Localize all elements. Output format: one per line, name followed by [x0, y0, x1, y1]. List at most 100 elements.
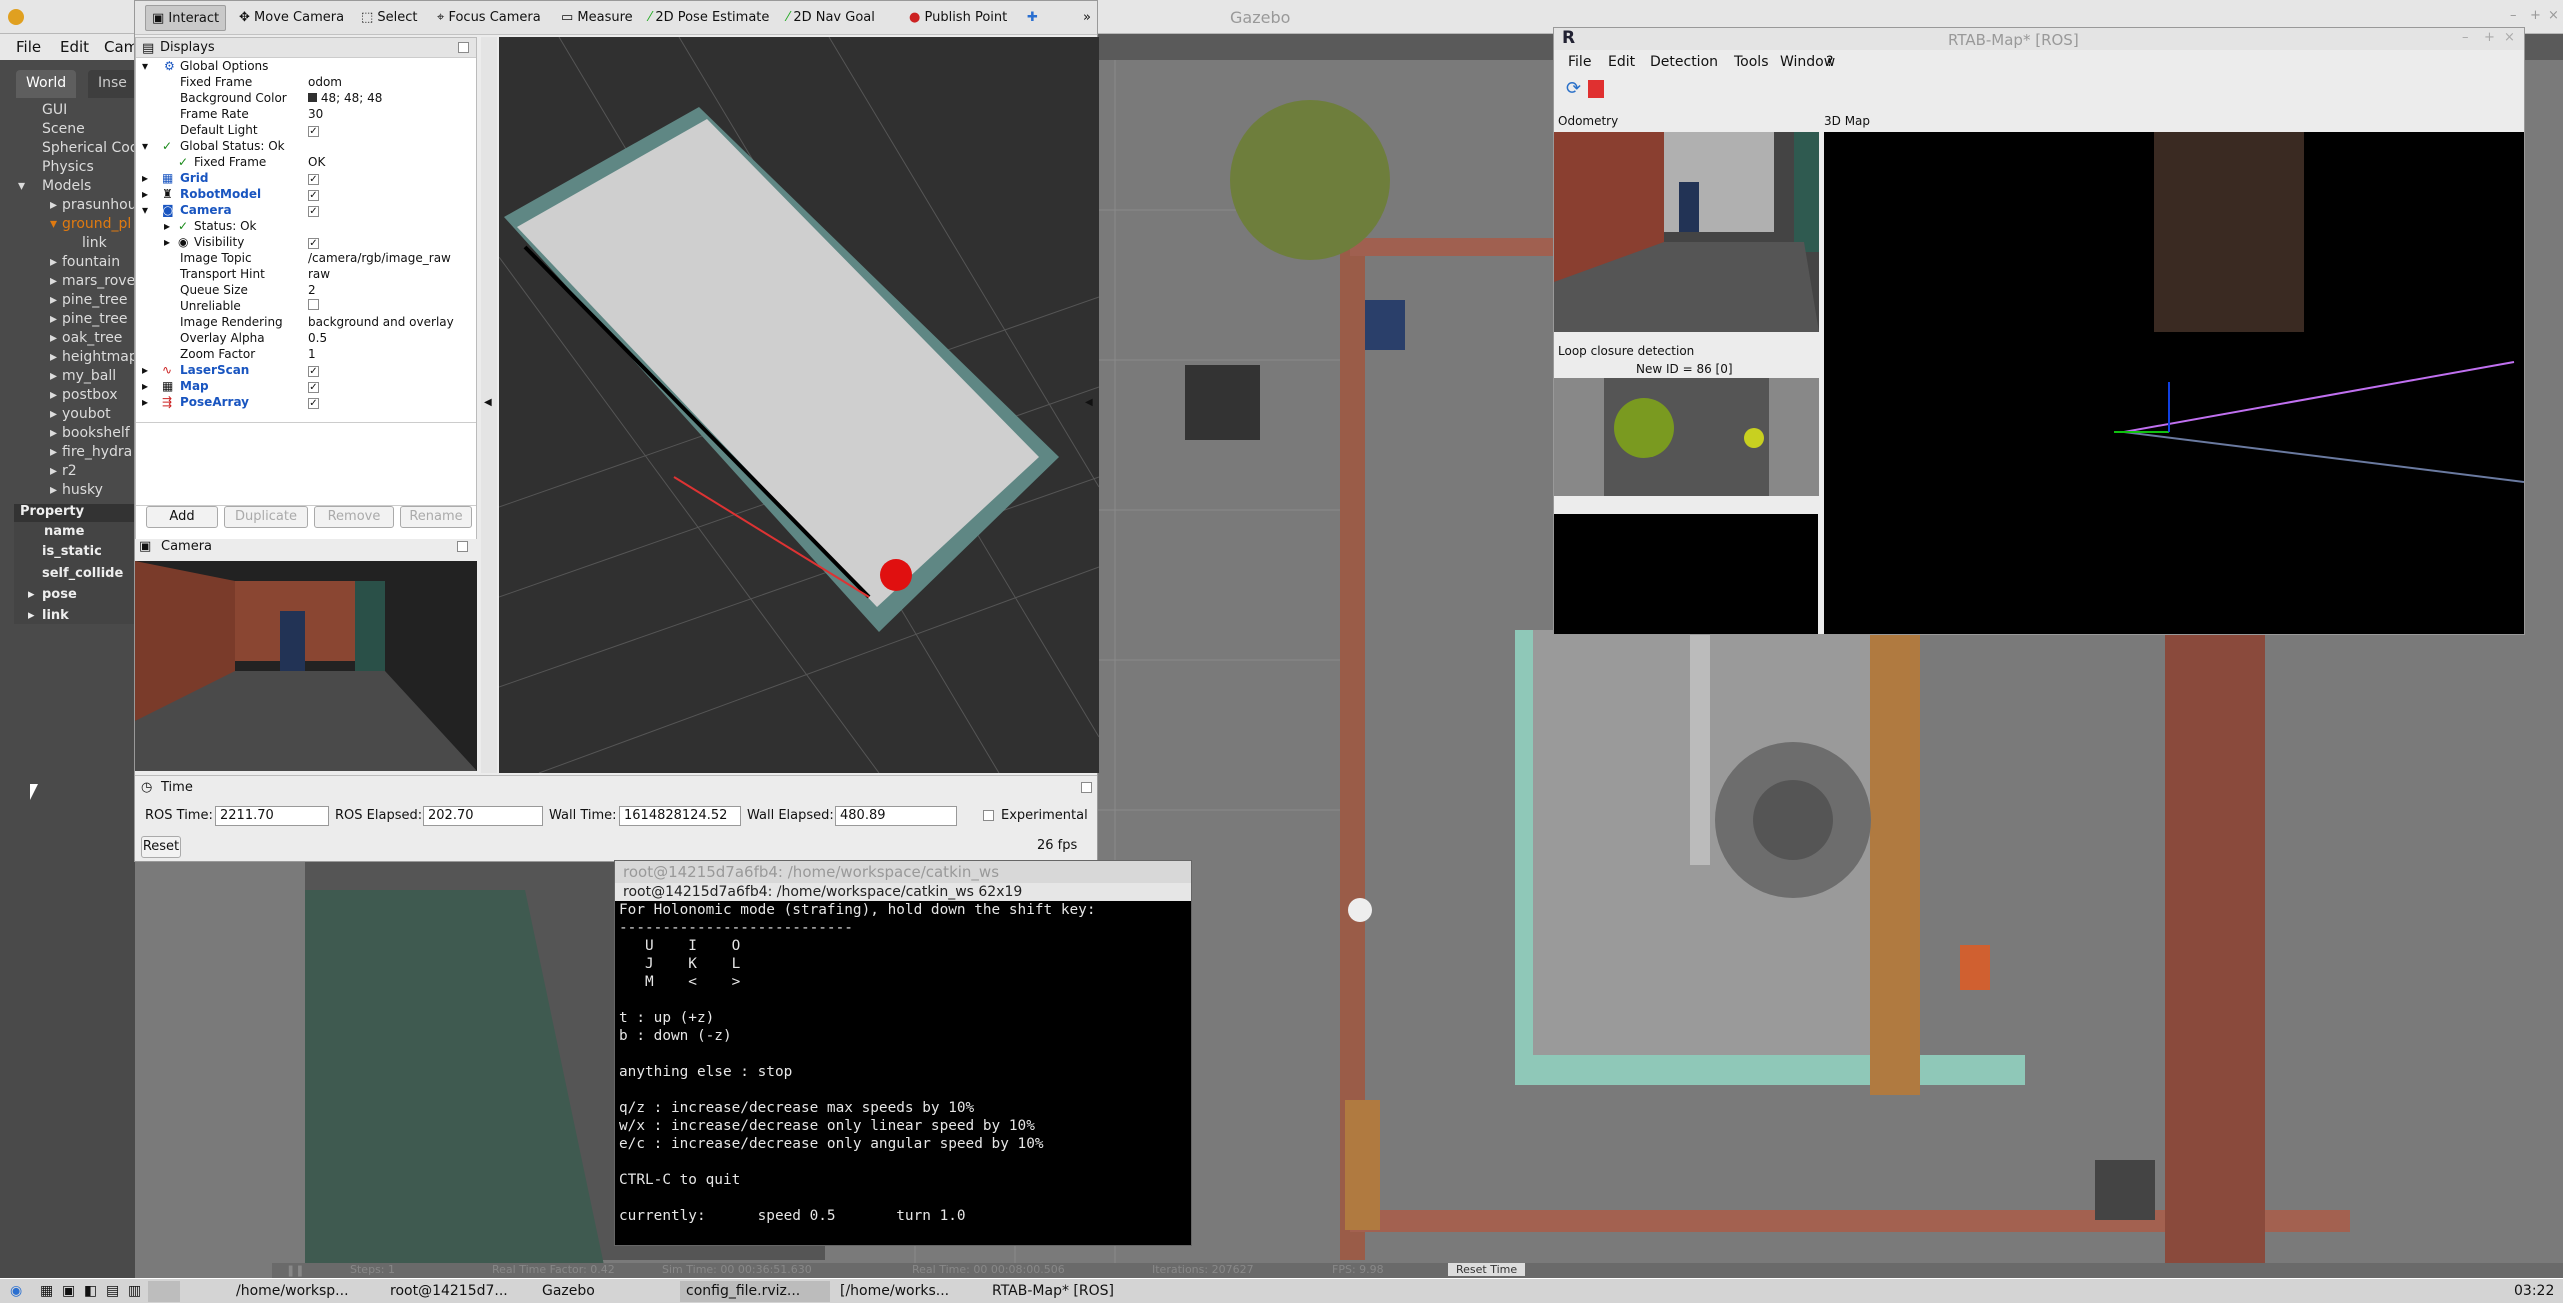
taskbar-item[interactable]: [/home/works... — [834, 1281, 984, 1302]
tree-expander-icon[interactable]: ▸ — [50, 330, 57, 346]
tree-expander-icon[interactable]: ▸ — [50, 254, 57, 270]
tool-measure[interactable]: ▭ Measure — [555, 5, 639, 31]
displays-tree[interactable]: ▾ ⚙ Global Options Fixed Frame odom Backgro… — [136, 58, 476, 448]
tool-move-camera[interactable]: ✥ Move Camera — [233, 5, 350, 31]
taskbar-item-active[interactable]: config_file.rviz... — [680, 1281, 830, 1302]
tree-expander-icon[interactable]: ▸ — [50, 292, 57, 308]
display-row[interactable]: ▸ ✓ Status: Ok — [136, 219, 476, 235]
tree-item[interactable]: fountain — [62, 254, 120, 270]
tree-expander-icon[interactable]: ▸ — [50, 406, 57, 422]
pause-icon[interactable]: ❚❚ — [286, 1264, 304, 1277]
duplicate-button[interactable]: Duplicate — [224, 506, 308, 528]
displays-close-icon[interactable] — [458, 42, 469, 53]
camera-panel-close-icon[interactable] — [457, 541, 468, 552]
taskbar-item[interactable]: Gazebo — [536, 1281, 676, 1302]
rename-button[interactable]: Rename — [400, 506, 472, 528]
wall-elapsed-field[interactable]: 480.89 — [835, 806, 957, 826]
tree-item[interactable]: r2 — [62, 463, 77, 479]
tree-item[interactable]: mars_rove — [62, 273, 135, 289]
tree-item[interactable]: oak_tree — [62, 330, 122, 346]
tree-item[interactable]: Models — [42, 178, 91, 194]
ros-time-field[interactable]: 2211.70 — [215, 806, 329, 826]
pose-expander-icon[interactable]: ▸ — [28, 587, 35, 602]
display-row[interactable]: ▸ ◉ Visibility ✓ — [136, 235, 476, 251]
display-row[interactable]: Unreliable — [136, 299, 476, 315]
tree-item[interactable]: bookshelf — [62, 425, 130, 441]
display-row[interactable]: Overlay Alpha 0.5 — [136, 331, 476, 347]
property-link[interactable]: link — [42, 608, 69, 623]
tree-item[interactable]: GUI — [42, 102, 67, 118]
display-row[interactable]: ▾ ⚙ Global Options — [136, 59, 476, 75]
close-icon[interactable]: × — [2548, 8, 2559, 23]
tool-publish-point[interactable]: ● Publish Point — [903, 5, 1013, 31]
start-menu-icon[interactable]: ◉ — [4, 1281, 28, 1302]
launcher-icon[interactable]: ▥ — [122, 1281, 147, 1302]
wall-time-field[interactable]: 1614828124.52 — [619, 806, 741, 826]
display-row[interactable]: ✓ Fixed Frame OK — [136, 155, 476, 171]
left-splitter[interactable]: ◀ — [481, 37, 497, 773]
menu-help[interactable]: ? — [1826, 54, 1833, 70]
tool-interact[interactable]: ▣ Interact — [145, 5, 227, 31]
desktop-button[interactable] — [148, 1281, 180, 1302]
tool-2d-nav-goal[interactable]: ⁄ 2D Nav Goal — [781, 5, 881, 31]
menu-file[interactable]: File — [16, 38, 41, 56]
display-row[interactable]: ▾ ✓ Global Status: Ok — [136, 139, 476, 155]
display-row[interactable]: ▸ ∿ LaserScan ✓ — [136, 363, 476, 379]
menu-detection[interactable]: Detection — [1650, 54, 1718, 70]
remove-button[interactable]: Remove — [314, 506, 394, 528]
display-row[interactable]: Queue Size 2 — [136, 283, 476, 299]
toolbar-overflow-icon[interactable]: » — [1077, 5, 1097, 31]
tree-item[interactable]: Scene — [42, 121, 85, 137]
menu-edit[interactable]: Edit — [1608, 54, 1635, 70]
tab-insert[interactable]: Inse — [88, 70, 137, 98]
reset-button[interactable]: Reset — [141, 836, 181, 858]
tree-item[interactable]: my_ball — [62, 368, 116, 384]
terminal-window[interactable]: root@14215d7a6fb4: /home/workspace/catki… — [614, 860, 1192, 1246]
tab-world[interactable]: World — [16, 70, 77, 98]
tree-expander-icon[interactable]: ▸ — [50, 368, 57, 384]
tree-item[interactable]: youbot — [62, 406, 111, 422]
maximize-icon[interactable]: + — [2484, 30, 2495, 45]
tree-item[interactable]: postbox — [62, 387, 118, 403]
refresh-icon[interactable]: ⟳ — [1566, 78, 1581, 99]
tool-focus-camera[interactable]: ⌖ Focus Camera — [431, 5, 547, 31]
tree-expander-icon[interactable]: ▸ — [50, 482, 57, 498]
menu-tools[interactable]: Tools — [1734, 54, 1769, 70]
tree-expander-icon[interactable]: ▾ — [50, 216, 57, 232]
minimize-icon[interactable]: – — [2510, 8, 2517, 23]
display-row[interactable]: ▾ ◙ Camera ✓ — [136, 203, 476, 219]
ros-elapsed-field[interactable]: 202.70 — [423, 806, 543, 826]
tree-expander-icon[interactable]: ▸ — [50, 273, 57, 289]
display-row[interactable]: ▸ ⇶ PoseArray ✓ — [136, 395, 476, 411]
link-expander-icon[interactable]: ▸ — [28, 608, 35, 623]
tree-item[interactable]: Spherical Coo — [42, 140, 138, 156]
display-row[interactable]: ▸ ▦ Grid ✓ — [136, 171, 476, 187]
tree-item[interactable]: link — [82, 235, 107, 251]
display-row[interactable]: Image Rendering background and overlay — [136, 315, 476, 331]
tree-item-selected[interactable]: ground_pl — [62, 216, 131, 232]
display-row[interactable]: ▸ ♜ RobotModel ✓ — [136, 187, 476, 203]
tool-2d-pose-estimate[interactable]: ⁄ 2D Pose Estimate — [643, 5, 775, 31]
rviz-3d-view[interactable] — [498, 36, 1100, 774]
tree-item[interactable]: pine_tree — [62, 292, 127, 308]
minimize-icon[interactable]: – — [2462, 30, 2469, 45]
tree-item[interactable]: fire_hydra — [62, 444, 132, 460]
tree-item[interactable]: heightmap — [62, 349, 138, 365]
tree-expander-icon[interactable]: ▸ — [50, 311, 57, 327]
reset-time-button[interactable]: Reset Time — [1448, 1263, 1526, 1276]
tree-item[interactable]: pine_tree — [62, 311, 127, 327]
menu-file[interactable]: File — [1568, 54, 1591, 70]
display-row[interactable]: Zoom Factor 1 — [136, 347, 476, 363]
tree-expander-icon[interactable]: ▸ — [50, 387, 57, 403]
tree-expander-icon[interactable]: ▸ — [50, 425, 57, 441]
tree-expander-icon[interactable]: ▸ — [50, 463, 57, 479]
tree-item[interactable]: Physics — [42, 159, 94, 175]
add-button[interactable]: Add — [146, 506, 218, 528]
time-panel-close-icon[interactable] — [1081, 782, 1092, 793]
tree-expander-icon[interactable]: ▸ — [50, 349, 57, 365]
3d-map-view[interactable] — [1824, 132, 2524, 634]
tree-expander-icon[interactable]: ▾ — [18, 178, 25, 194]
display-row[interactable]: Image Topic/camera/rgb/image_raw — [136, 251, 476, 267]
tree-expander-icon[interactable]: ▸ — [50, 197, 57, 213]
tree-item[interactable]: prasunhou — [62, 197, 137, 213]
